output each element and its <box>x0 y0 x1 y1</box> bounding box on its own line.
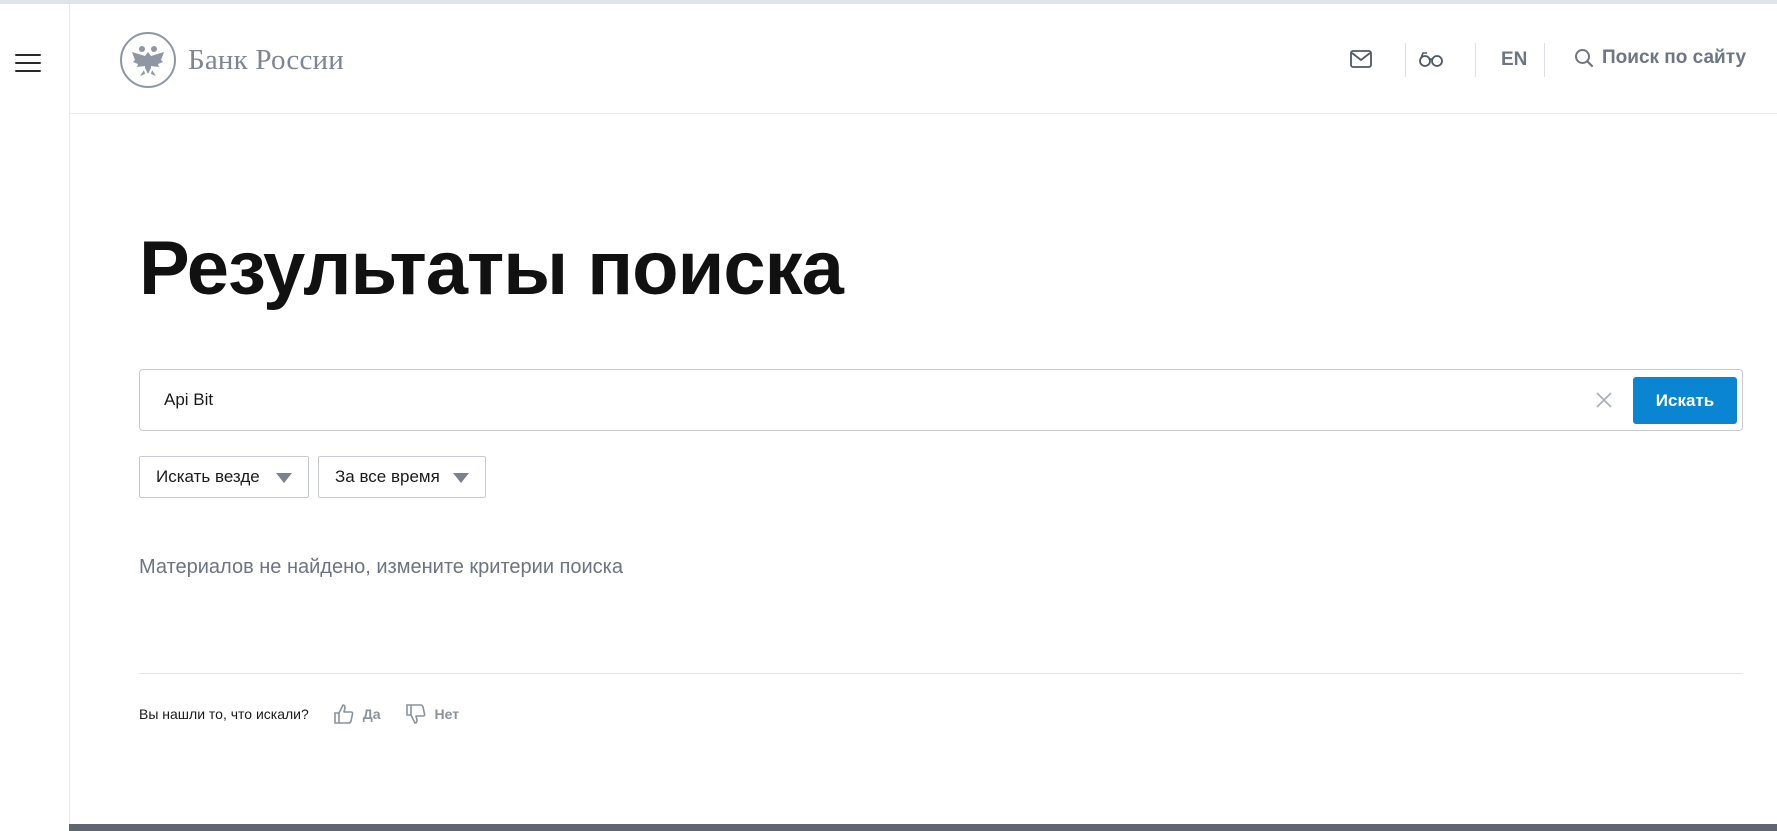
header-separator <box>1475 43 1476 77</box>
period-select[interactable]: За все время <box>318 456 486 498</box>
feedback-no-button[interactable]: Нет <box>405 703 460 725</box>
site-search-label: Поиск по сайту <box>1602 47 1747 68</box>
empty-results-message: Материалов не найдено, измените критерии… <box>139 556 623 578</box>
scope-select[interactable]: Искать везде <box>139 456 309 498</box>
language-switch[interactable]: EN <box>1501 49 1527 71</box>
search-icon <box>1575 49 1594 68</box>
emblem-icon <box>120 32 176 88</box>
mail-icon[interactable] <box>1346 44 1376 74</box>
scope-select-value: Искать везде <box>156 467 260 486</box>
site-header: Банк России EN Поиск по сайту <box>70 4 1777 114</box>
feedback-yes-button[interactable]: Да <box>333 703 381 725</box>
left-rail <box>0 4 70 831</box>
thumbs-down-icon <box>405 704 425 724</box>
feedback-no-label: Нет <box>434 706 460 722</box>
glasses-icon[interactable] <box>1416 44 1446 74</box>
feedback-block: Вы нашли то, что искали? Да Нет <box>139 703 459 725</box>
menu-icon[interactable] <box>15 54 41 72</box>
divider <box>139 673 1743 674</box>
chevron-down-icon <box>276 473 292 483</box>
header-separator <box>1544 43 1545 77</box>
header-separator <box>1405 43 1406 77</box>
thumbs-up-icon <box>333 704 354 724</box>
close-icon[interactable] <box>1591 387 1617 413</box>
feedback-question: Вы нашли то, что искали? <box>139 706 309 722</box>
search-submit-button[interactable]: Искать <box>1633 377 1737 424</box>
search-input[interactable] <box>164 384 1584 416</box>
chevron-down-icon <box>453 473 469 483</box>
period-select-value: За все время <box>335 467 440 486</box>
feedback-yes-label: Да <box>362 706 381 722</box>
logo-text: Банк России <box>188 43 344 76</box>
page-title: Результаты поиска <box>139 226 844 311</box>
footer-bar <box>69 824 1777 831</box>
search-form: Искать <box>139 369 1743 431</box>
site-search-link[interactable]: Поиск по сайту <box>1574 47 1746 69</box>
site-logo[interactable]: Банк России <box>120 31 344 89</box>
